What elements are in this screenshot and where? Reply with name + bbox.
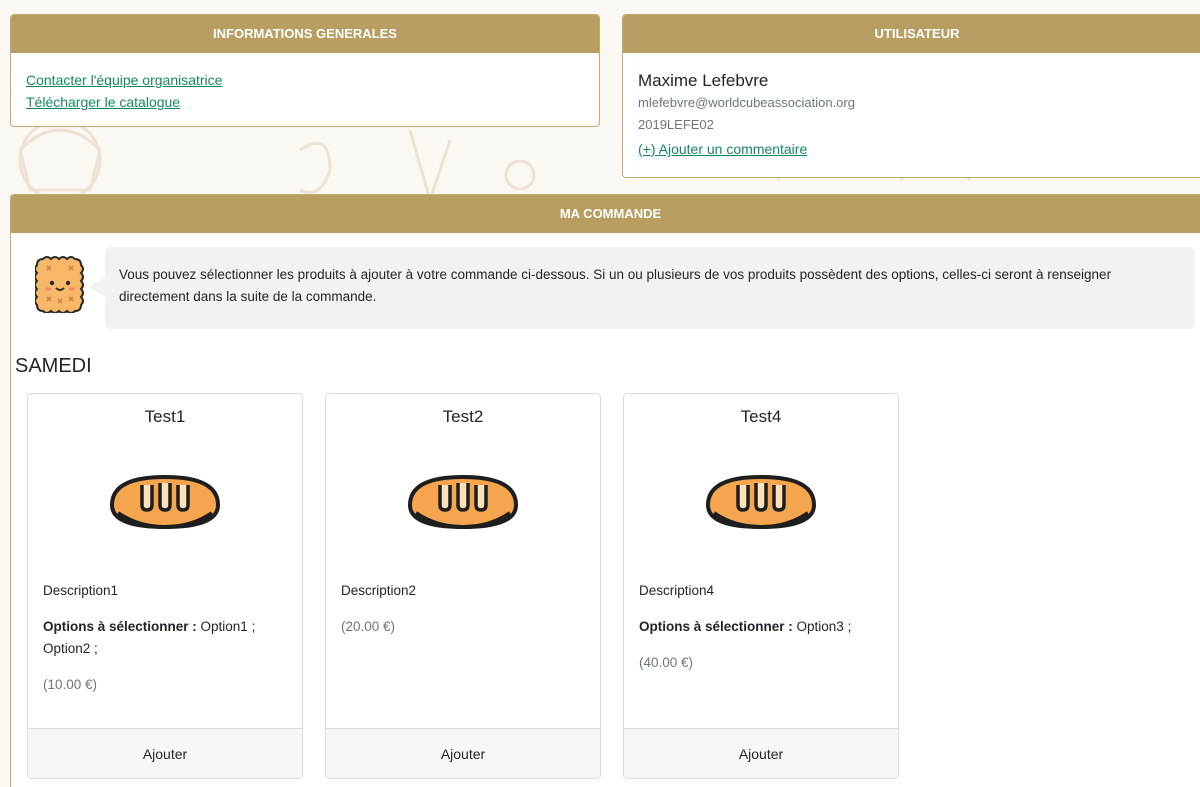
user-header: UTILISATEUR [623,15,1200,53]
download-catalogue-link[interactable]: Télécharger le catalogue [26,91,584,113]
general-info-header: INFORMATIONS GENERALES [11,15,599,53]
product-name: Test2 [442,407,484,426]
product-description: Description4 [639,583,715,598]
user-name: Maxime Lefebvre [638,71,769,90]
bread-icon [109,474,221,530]
product-price: (20.00 €) [341,619,396,634]
add-product-button[interactable]: Ajouter [326,728,600,778]
add-product-button[interactable]: Ajouter [28,728,302,778]
options-values: Option3 ; [792,619,852,634]
product-description: Description1 [43,583,119,598]
product-price: (10.00 €) [43,677,98,692]
add-product-button[interactable]: Ajouter [624,728,898,778]
options-label: Options à sélectionner : [639,619,793,634]
product-name: Test4 [740,407,782,426]
bread-icon [407,474,519,530]
order-hint-text: Vous pouvez sélectionner les produits à … [89,247,1195,329]
product-price: (40.00 €) [639,655,694,670]
order-header: MA COMMANDE [11,195,1200,233]
bread-icon [705,474,817,530]
product-options: Options à sélectionner : Option1 ; Optio… [43,616,290,660]
hint-row: Vous pouvez sélectionner les produits à … [29,247,1199,331]
add-comment-link[interactable]: (+) Ajouter un commentaire [638,141,1196,157]
product-card: Test2 Description2 (20.00 €) Ajouter [325,393,601,779]
product-card: Test4 Description4 Options à sélectionne… [623,393,899,779]
contact-organizers-link[interactable]: Contacter l'équipe organisatrice [26,69,584,91]
product-card: Test1 Description1 Options à sélectionne… [27,393,303,779]
biscuit-mascot-icon [35,256,84,313]
day-title: SAMEDI [15,355,92,377]
product-name: Test1 [144,407,186,426]
options-label: Options à sélectionner : [43,619,197,634]
product-description: Description2 [341,583,417,598]
user-wca-id: 2019LEFE02 [638,117,714,132]
user-email: mlefebvre@worldcubeassociation.org [638,95,855,110]
order-panel: MA COMMANDE Vous pouvez sélectionner les… [10,194,1200,787]
product-options: Options à sélectionner : Option3 ; [639,616,886,638]
user-panel: UTILISATEUR Maxime Lefebvre mlefebvre@wo… [622,14,1200,178]
general-info-panel: INFORMATIONS GENERALES Contacter l'équip… [10,14,600,127]
